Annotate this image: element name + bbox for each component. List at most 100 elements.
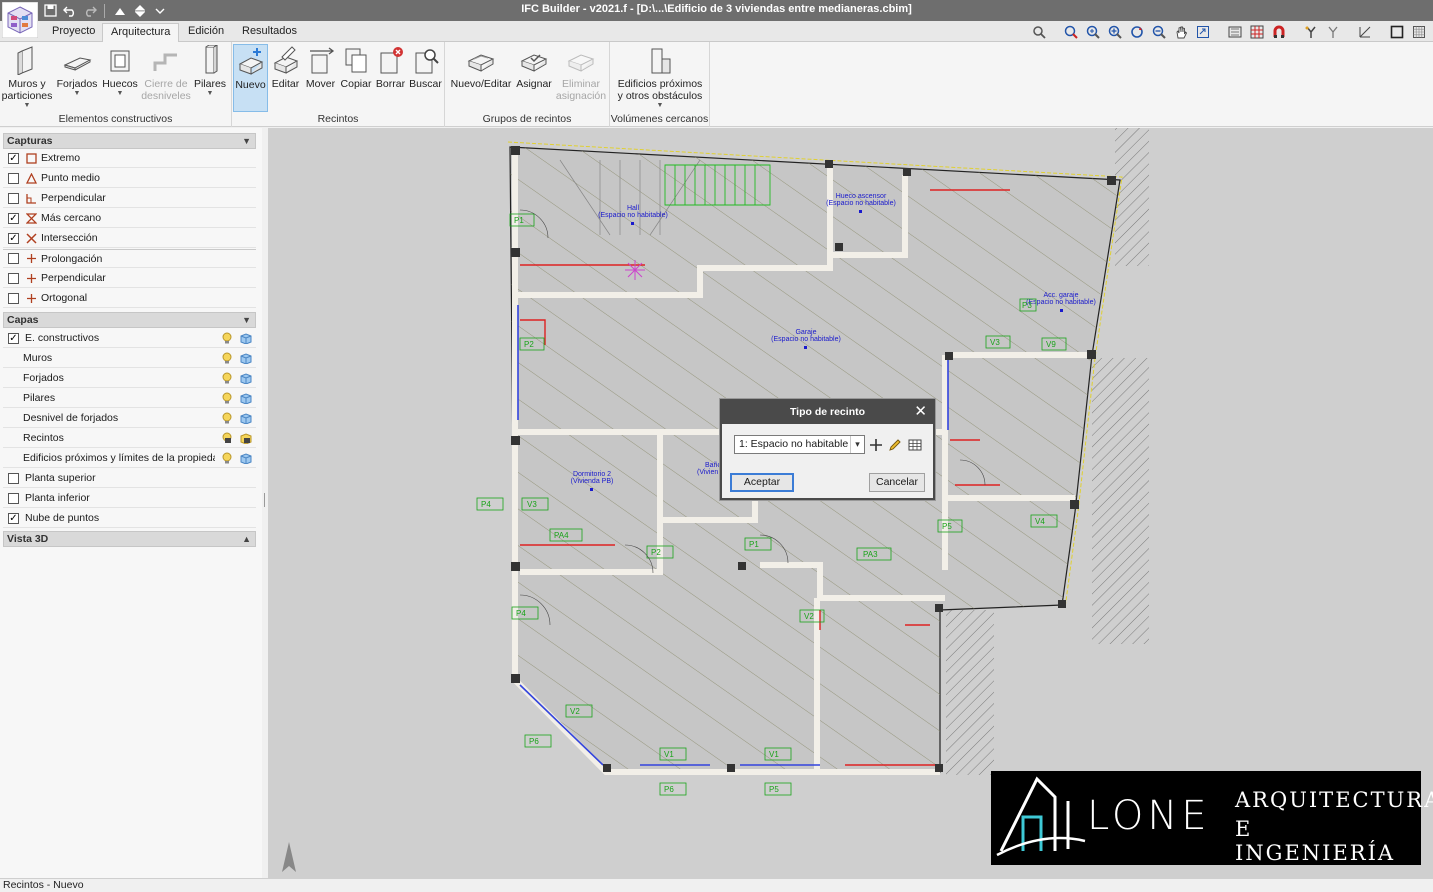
capturas-header[interactable]: Capturas ▼	[3, 133, 256, 149]
room-sub: (Espacio no habitable)	[1026, 299, 1096, 306]
capture-checkbox[interactable]	[8, 272, 19, 284]
capas-header[interactable]: Capas ▼	[3, 312, 256, 328]
layer-3d-icon[interactable]	[240, 352, 252, 365]
layer-3d-icon[interactable]	[240, 392, 252, 405]
pan-hand-icon[interactable]	[1171, 23, 1191, 41]
lightbulb-icon[interactable]	[221, 372, 233, 384]
tab-arquitectura[interactable]: Arquitectura	[102, 23, 180, 42]
zoom-window-icon[interactable]	[1061, 23, 1081, 41]
layer-checkbox[interactable]	[8, 472, 19, 484]
capture-checkbox[interactable]	[8, 192, 19, 204]
buscar-recinto-button[interactable]: Buscar	[408, 44, 443, 112]
capture-checkbox[interactable]: ✓	[8, 212, 19, 224]
layers-view-icon[interactable]	[1225, 23, 1245, 41]
layer-row-pilares[interactable]: Pilares	[3, 389, 256, 408]
lightbulb-icon[interactable]	[221, 392, 233, 404]
layer-row-forjados[interactable]: Forjados	[3, 369, 256, 388]
layer-row-planta-inferior[interactable]: Planta inferior	[3, 489, 256, 508]
layer-checkbox[interactable]: ✓	[8, 512, 19, 524]
room-name: Baño	[705, 462, 721, 469]
nearby-buildings-icon	[645, 44, 675, 76]
capture-row-mas-cercano[interactable]: ✓ Más cercano	[3, 209, 256, 228]
zoom-out-icon[interactable]	[1149, 23, 1169, 41]
layer-row-e-constructivos[interactable]: ✓ E. constructivos	[3, 329, 256, 348]
room-sub: (Vivienda PB)	[571, 478, 614, 485]
extension-snap-icon	[25, 253, 37, 265]
copiar-recinto-button[interactable]: Copiar	[339, 44, 373, 112]
capture-row-prolongacion[interactable]: Prolongación	[3, 249, 256, 268]
layer-row-recintos[interactable]: Recintos	[3, 429, 256, 448]
ortho-cursor-icon[interactable]	[1323, 23, 1343, 41]
table-icon[interactable]	[907, 437, 923, 453]
drawing-canvas[interactable]: Hall (Espacio no habitable) Hueco ascens…	[268, 128, 1433, 878]
axes-icon[interactable]	[1355, 23, 1375, 41]
single-view-icon[interactable]	[1387, 23, 1407, 41]
mover-recinto-button[interactable]: Mover	[303, 44, 338, 112]
capture-checkbox[interactable]	[8, 292, 19, 304]
nuevo-recinto-button[interactable]: Nuevo	[233, 44, 268, 112]
zoom-refresh-icon[interactable]	[1127, 23, 1147, 41]
layer-3d-icon[interactable]	[240, 412, 252, 425]
intersection-snap-icon	[25, 232, 37, 244]
layer-3d-lock-icon[interactable]	[240, 432, 252, 445]
add-icon[interactable]	[868, 437, 884, 453]
zoom-in-icon[interactable]	[1105, 23, 1125, 41]
layer-3d-icon[interactable]	[240, 332, 252, 345]
chevron-down-icon[interactable]: ▾	[850, 436, 864, 453]
accept-button[interactable]: Aceptar	[730, 473, 794, 492]
vista-3d-header[interactable]: Vista 3D ▲	[3, 531, 256, 547]
capture-checkbox[interactable]	[8, 172, 19, 184]
layer-3d-icon[interactable]	[240, 452, 252, 465]
tab-resultados[interactable]: Resultados	[234, 23, 305, 42]
capture-checkbox[interactable]: ✓	[8, 152, 19, 164]
layer-row-desnivel-forjados[interactable]: Desnivel de forjados	[3, 409, 256, 428]
eliminar-asignacion-button[interactable]: Eliminar asignación	[554, 44, 608, 112]
capture-row-punto-medio[interactable]: Punto medio	[3, 169, 256, 188]
tab-edicion[interactable]: Edición	[180, 23, 232, 42]
lightbulb-icon[interactable]	[221, 352, 233, 364]
zoom-all-icon[interactable]	[1083, 23, 1103, 41]
layer-checkbox[interactable]	[8, 492, 19, 504]
grid-snap-icon[interactable]	[1247, 23, 1267, 41]
capture-checkbox[interactable]: ✓	[8, 232, 19, 244]
magnet-icon[interactable]	[1269, 23, 1289, 41]
lightbulb-icon[interactable]	[221, 332, 233, 344]
pilares-button[interactable]: Pilares ▼	[192, 44, 228, 112]
nuevo-editar-grupo-button[interactable]: Nuevo/Editar	[448, 44, 514, 112]
cancel-button[interactable]: Cancelar	[869, 473, 925, 492]
lightbulb-icon[interactable]	[221, 412, 233, 424]
layer-row-nube-puntos[interactable]: ✓ Nube de puntos	[3, 509, 256, 528]
edificios-proximos-button[interactable]: Edificios próximos y otros obstáculos ▼	[614, 44, 706, 112]
huecos-button[interactable]: Huecos ▼	[100, 44, 140, 112]
lock-cursor-icon[interactable]	[1301, 23, 1321, 41]
muros-particiones-button[interactable]: Muros y particiones ▼	[2, 44, 52, 112]
layer-row-edificios-proximos[interactable]: Edificios próximos y límites de la propi…	[3, 449, 256, 468]
asignar-grupo-button[interactable]: Asignar	[515, 44, 553, 112]
multi-view-icon[interactable]	[1409, 23, 1429, 41]
layer-row-planta-superior[interactable]: Planta superior	[3, 469, 256, 488]
capture-row-perpendicular[interactable]: Perpendicular	[3, 189, 256, 208]
layer-row-muros[interactable]: Muros	[3, 349, 256, 368]
borrar-recinto-button[interactable]: Borrar	[374, 44, 407, 112]
capture-checkbox[interactable]	[8, 253, 19, 264]
group-edit-icon	[466, 44, 496, 76]
forjados-button[interactable]: Forjados ▼	[55, 44, 99, 112]
zoom-previous-icon[interactable]	[1193, 23, 1213, 41]
close-icon[interactable]: ✕	[914, 401, 927, 423]
lightbulb-lock-icon[interactable]	[221, 432, 233, 444]
capture-row-interseccion[interactable]: ✓ Intersección	[3, 229, 256, 248]
capture-row-ortogonal[interactable]: Ortogonal	[3, 289, 256, 308]
app-logo-icon[interactable]	[1, 1, 39, 39]
tab-proyecto[interactable]: Proyecto	[44, 23, 103, 42]
editar-recinto-button[interactable]: Editar	[269, 44, 302, 112]
room-type-select[interactable]: 1: Espacio no habitable ▾	[734, 435, 865, 454]
capture-row-extremo[interactable]: ✓ Extremo	[3, 149, 256, 168]
search-icon[interactable]	[1029, 23, 1049, 41]
cierre-desniveles-button[interactable]: Cierre de desniveles	[141, 44, 191, 112]
layer-checkbox[interactable]: ✓	[8, 332, 19, 344]
layer-3d-icon[interactable]	[240, 372, 252, 385]
perpendicular-track-icon	[25, 272, 37, 284]
lightbulb-icon[interactable]	[221, 452, 233, 464]
capture-row-perpendicular-track[interactable]: Perpendicular	[3, 269, 256, 288]
edit-pencil-icon[interactable]	[887, 437, 903, 453]
